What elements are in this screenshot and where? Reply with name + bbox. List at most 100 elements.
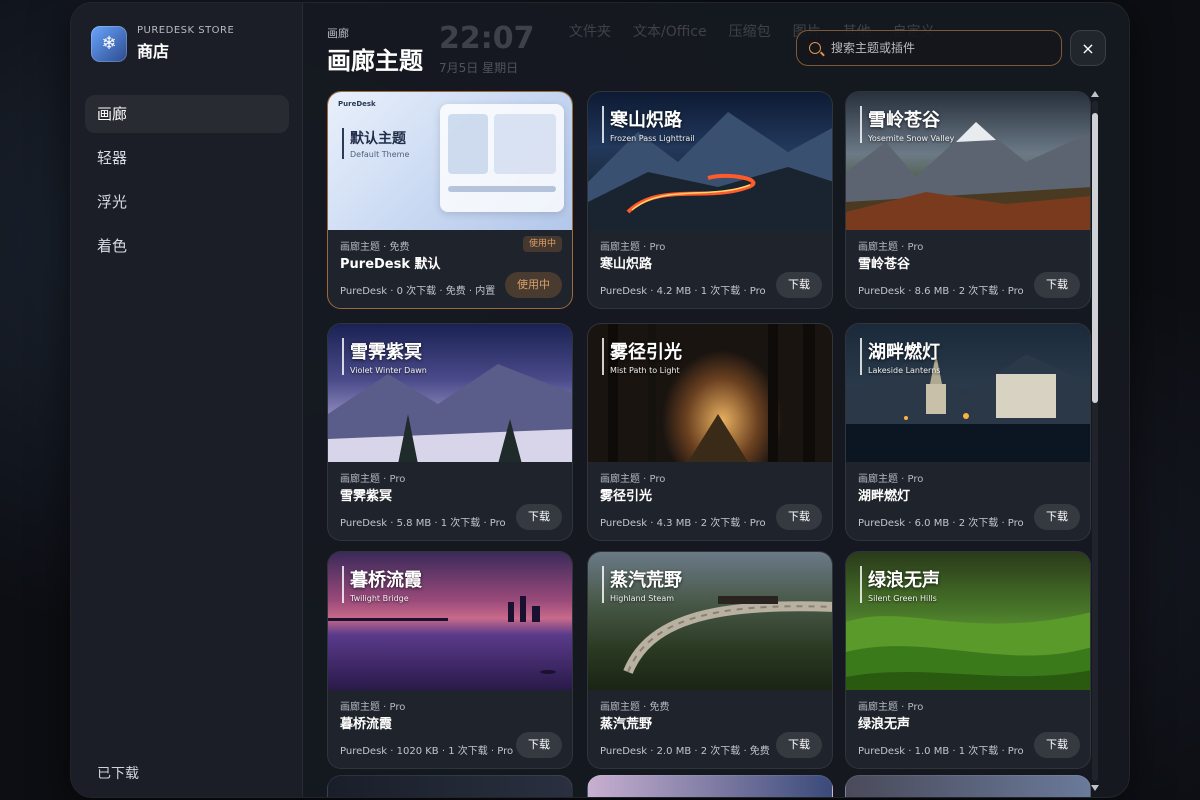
scroll-down-arrow-icon[interactable] [1091,785,1099,791]
card-name: PureDesk 默认 [340,257,441,272]
store-logo-icon: ❄ [91,25,127,62]
card-info: PureDesk · 8.6 MB · 2 次下载 · Pro [858,286,1024,297]
breadcrumb: 画廊 [327,27,349,40]
sidebar-item-widgets[interactable]: 轻器 [85,139,289,177]
card-meta: 画廊主题 · Pro [600,474,666,485]
theme-card-partial[interactable] [587,775,833,797]
thumb-title-zh: 绿浪无声 [868,570,940,591]
theme-card-partial[interactable] [845,775,1091,797]
card-info: PureDesk · 0 次下载 · 免费 · 内置 [340,286,496,297]
thumb-title-zh: 寒山炽路 [610,110,682,131]
store-window: ❄ PUREDESK STORE 商店 画廊 轻器 浮光 着色 已下载 画廊 画… [70,2,1130,798]
theme-card-twilight-bridge[interactable]: 暮桥流霞 Twilight Bridge 画廊主题 · Pro 暮桥流霞 Pur… [327,551,573,769]
scroll-track[interactable] [1092,101,1098,781]
theme-card-mist-path[interactable]: 雾径引光 Mist Path to Light 画廊主题 · Pro 雾径引光 … [587,323,833,541]
thumb-title-en: Mist Path to Light [610,366,680,375]
download-button[interactable]: 下载 [776,504,822,530]
card-name: 雾径引光 [600,489,653,504]
card-name: 湖畔燃灯 [858,489,911,504]
card-name: 寒山炽路 [600,257,653,272]
thumb-title-en: Twilight Bridge [350,594,409,603]
thumb-title-zh: 默认主题 [350,131,406,147]
thumb-title-en: Highland Steam [610,594,675,603]
download-button[interactable]: 下载 [776,732,822,758]
in-use-badge: 使用中 [522,236,562,252]
preview-brand: PureDesk [338,100,376,108]
download-button[interactable]: 下载 [516,732,562,758]
search-input[interactable] [831,41,1031,55]
theme-thumbnail: 暮桥流霞 Twilight Bridge [328,552,572,690]
thumb-title: 暮桥流霞 Twilight Bridge [342,566,422,603]
card-meta: 画廊主题 · 免费 [340,242,410,253]
card-meta: 画廊主题 · Pro [858,474,924,485]
thumb-title: 湖畔燃灯 Lakeside Lanterns [860,338,940,375]
thumb-title: 雪霁紫冥 Violet Winter Dawn [342,338,427,375]
thumb-title-zh: 雪岭苍谷 [868,110,940,131]
thumb-title-zh: 雾径引光 [610,342,682,363]
theme-card-lakeside[interactable]: 湖畔燃灯 Lakeside Lanterns 画廊主题 · Pro 湖畔燃灯 P… [845,323,1091,541]
thumb-title-en: Frozen Pass Lighttrail [610,134,695,143]
thumb-title-en: Violet Winter Dawn [350,366,427,375]
theme-card-default[interactable]: PureDesk 默认主题 Default Theme 使用中 画廊主题 · 免… [327,91,573,309]
card-name: 雪岭苍谷 [858,257,911,272]
sidebar-item-glow[interactable]: 浮光 [85,183,289,221]
download-button[interactable]: 下载 [1034,272,1080,298]
in-use-button[interactable]: 使用中 [505,272,562,298]
thumb-title: 默认主题 Default Theme [342,128,409,159]
card-info: PureDesk · 4.3 MB · 2 次下载 · Pro [600,518,766,529]
search-icon [809,42,821,54]
thumb-title-en: Yosemite Snow Valley [868,134,955,143]
theme-card-snow-valley[interactable]: 雪岭苍谷 Yosemite Snow Valley 画廊主题 · Pro 雪岭苍… [845,91,1091,309]
thumb-title-zh: 蒸汽荒野 [610,570,682,591]
theme-thumbnail: 雪霁紫冥 Violet Winter Dawn [328,324,572,462]
theme-card-highland-steam[interactable]: 蒸汽荒野 Highland Steam 画廊主题 · 免费 蒸汽荒野 PureD… [587,551,833,769]
sidebar-item-gallery[interactable]: 画廊 [85,95,289,133]
ghost-tab: 文件夹 [569,24,611,40]
brand: ❄ PUREDESK STORE 商店 [91,25,234,62]
sidebar-nav: 画廊 轻器 浮光 着色 [85,95,289,271]
download-button[interactable]: 下载 [776,272,822,298]
sidebar-item-colors[interactable]: 着色 [85,227,289,265]
thumb-title: 绿浪无声 Silent Green Hills [860,566,940,603]
ghost-clock: 22:07 [439,21,535,56]
page-title: 画廊主题 [327,47,423,75]
download-button[interactable]: 下载 [516,504,562,530]
download-button[interactable]: 下载 [1034,504,1080,530]
thumb-title: 蒸汽荒野 Highland Steam [602,566,682,603]
theme-thumbnail: 雾径引光 Mist Path to Light [588,324,832,462]
card-name: 蒸汽荒野 [600,717,653,732]
theme-card-green-hills[interactable]: 绿浪无声 Silent Green Hills 画廊主题 · Pro 绿浪无声 … [845,551,1091,769]
thumb-title: 雾径引光 Mist Path to Light [602,338,682,375]
card-info: PureDesk · 5.8 MB · 1 次下载 · Pro [340,518,506,529]
theme-thumbnail: 雪岭苍谷 Yosemite Snow Valley [846,92,1090,230]
thumb-title-en: Silent Green Hills [868,594,937,603]
thumb-title: 寒山炽路 Frozen Pass Lighttrail [602,106,695,143]
brand-title: 商店 [137,42,170,61]
theme-card-violet-dawn[interactable]: 雪霁紫冥 Violet Winter Dawn 画廊主题 · Pro 雪霁紫冥 … [327,323,573,541]
ghost-tab: 文本/Office [633,24,707,40]
main-panel: 画廊 画廊主题 22:07 7月5日 星期日 文件夹 文本/Office 压缩包… [303,3,1129,797]
scroll-up-arrow-icon[interactable] [1091,91,1099,97]
thumb-title-en: Default Theme [350,150,410,159]
thumb-title-zh: 暮桥流霞 [350,570,422,591]
downloaded-link[interactable]: 已下载 [97,763,139,783]
card-info: PureDesk · 4.2 MB · 1 次下载 · Pro [600,286,766,297]
close-button[interactable]: × [1070,30,1106,66]
scroll-thumb[interactable] [1092,113,1098,403]
ghost-date: 7月5日 星期日 [439,61,519,75]
theme-thumbnail: 蒸汽荒野 Highland Steam [588,552,832,690]
thumb-title-zh: 雪霁紫冥 [350,342,422,363]
thumb-title-en: Lakeside Lanterns [868,366,941,375]
theme-card-partial[interactable] [327,775,573,797]
search-box[interactable] [796,30,1062,66]
card-meta: 画廊主题 · Pro [340,702,406,713]
card-meta: 画廊主题 · 免费 [600,702,670,713]
card-info: PureDesk · 1020 KB · 1 次下载 · Pro [340,746,514,757]
card-name: 暮桥流霞 [340,717,393,732]
theme-thumbnail: PureDesk 默认主题 Default Theme [328,92,572,230]
card-meta: 画廊主题 · Pro [600,242,666,253]
sidebar: ❄ PUREDESK STORE 商店 画廊 轻器 浮光 着色 已下载 [71,3,303,797]
download-button[interactable]: 下载 [1034,732,1080,758]
theme-card-frozen-pass[interactable]: 寒山炽路 Frozen Pass Lighttrail 画廊主题 · Pro 寒… [587,91,833,309]
scrollbar[interactable] [1091,91,1099,791]
